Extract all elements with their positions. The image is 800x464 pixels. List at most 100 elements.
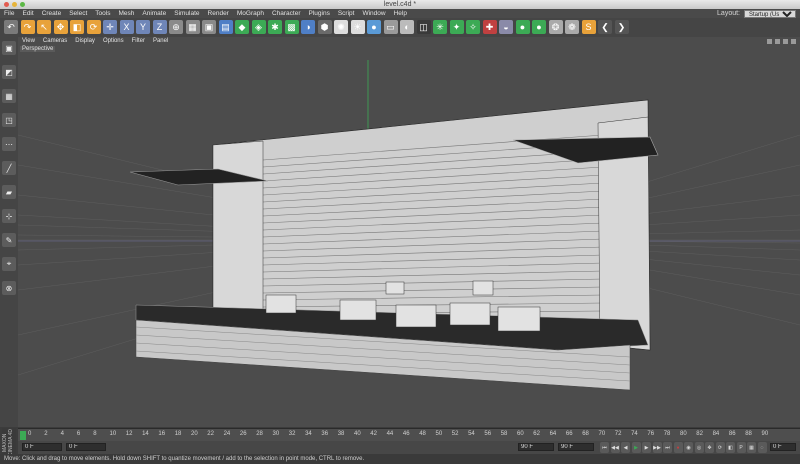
floor-icon[interactable]: ▭ <box>383 20 398 34</box>
y-axis-icon[interactable]: Y <box>136 20 150 34</box>
cube-icon[interactable]: ◆ <box>235 20 249 34</box>
viewport-menu-display[interactable]: Display <box>71 38 99 44</box>
display-icon[interactable]: ◐ <box>400 20 414 34</box>
light-icon[interactable]: ✺ <box>334 20 348 34</box>
maximize-view-icon[interactable] <box>791 38 796 44</box>
scale-key-icon[interactable]: ◧ <box>726 442 735 453</box>
preview-end-field[interactable] <box>518 443 554 451</box>
next-arrow-icon[interactable]: ❯ <box>614 20 629 34</box>
render-view-icon[interactable]: ▣ <box>202 20 216 34</box>
camera-icon[interactable]: ☀ <box>350 20 365 34</box>
next-key-icon[interactable]: ▶▶ <box>652 442 662 453</box>
position-key-icon[interactable]: ✥ <box>705 442 714 453</box>
viewport-menu-filter[interactable]: Filter <box>128 38 149 44</box>
coordinate-system-icon[interactable]: ⊕ <box>169 20 183 34</box>
layout-select[interactable]: Startup (User) <box>744 9 796 18</box>
record-icon[interactable]: ● <box>673 442 683 453</box>
last-frame-icon[interactable]: ⏭ <box>663 442 672 453</box>
magnet-icon[interactable]: ⊗ <box>2 281 16 295</box>
end-frame-field[interactable] <box>558 443 594 451</box>
prev-arrow-icon[interactable]: ❮ <box>598 20 612 34</box>
recent-tool-icon[interactable]: ✛ <box>103 20 117 34</box>
menu-edit[interactable]: Edit <box>18 9 37 18</box>
move-icon[interactable]: ✥ <box>53 20 68 34</box>
snap-icon[interactable]: ⌖ <box>2 257 16 271</box>
orbit-icon[interactable] <box>783 38 788 44</box>
nurbs-icon[interactable]: ⬢ <box>317 20 332 34</box>
rotate-icon[interactable]: ⟳ <box>86 20 101 34</box>
play-icon[interactable]: ▶ <box>631 442 641 453</box>
menu-character[interactable]: Character <box>268 9 305 18</box>
start-frame-field[interactable] <box>22 443 62 451</box>
z-axis-icon[interactable]: Z <box>152 20 167 34</box>
script-s-icon[interactable]: S <box>581 20 596 34</box>
next-frame-icon[interactable]: ▶ <box>642 442 651 453</box>
3d-viewport[interactable] <box>18 45 800 427</box>
mograph-icon[interactable]: ✳ <box>433 20 447 34</box>
scale-icon[interactable]: ◧ <box>70 20 84 34</box>
keyframe-selection-icon[interactable]: ◎ <box>694 442 704 453</box>
render-region-icon[interactable]: ▦ <box>185 20 200 34</box>
points-mode-icon[interactable]: ⋯ <box>2 137 16 151</box>
param-key-icon[interactable]: P <box>736 442 746 453</box>
menu-select[interactable]: Select <box>65 9 91 18</box>
menu-animate[interactable]: Animate <box>138 9 170 18</box>
tracer-icon[interactable]: ✧ <box>466 20 480 34</box>
sky-icon[interactable]: ● <box>367 20 381 34</box>
current-frame-field[interactable] <box>770 443 796 451</box>
redo-icon[interactable]: ↷ <box>20 20 35 34</box>
menu-tools[interactable]: Tools <box>91 9 114 18</box>
texture-icon[interactable]: ◫ <box>416 20 431 34</box>
live-select-icon[interactable]: ↖ <box>37 20 51 34</box>
pla-key-icon[interactable]: ▦ <box>747 442 756 453</box>
cloner-icon[interactable]: ✦ <box>449 20 464 34</box>
menu-render[interactable]: Render <box>204 9 233 18</box>
zoom-icon[interactable] <box>775 38 780 44</box>
menu-create[interactable]: Create <box>38 9 66 18</box>
deformer-icon[interactable]: ◒ <box>499 20 513 34</box>
autokey-icon[interactable]: ◉ <box>684 442 693 453</box>
motion-icon[interactable]: ◌ <box>757 442 767 453</box>
menu-help[interactable]: Help <box>390 9 411 18</box>
prev-key-icon[interactable]: ◀◀ <box>610 442 620 453</box>
minimize-window-icon[interactable] <box>12 2 17 7</box>
sphere-icon[interactable]: ● <box>515 20 530 34</box>
preview-start-field[interactable] <box>66 443 106 451</box>
hair-icon[interactable]: ❂ <box>548 20 563 34</box>
menu-mesh[interactable]: Mesh <box>114 9 138 18</box>
playhead[interactable] <box>20 431 26 440</box>
viewport-menu-view[interactable]: View <box>18 38 39 44</box>
polygons-mode-icon[interactable]: ▰ <box>2 185 16 199</box>
x-axis-icon[interactable]: X <box>119 20 134 34</box>
prev-frame-icon[interactable]: ◀ <box>621 442 630 453</box>
menu-mograph[interactable]: MoGraph <box>233 9 268 18</box>
effector-icon[interactable]: ✚ <box>482 20 497 34</box>
bend-icon[interactable]: ◈ <box>251 20 266 34</box>
object-mode-icon[interactable]: ▣ <box>2 41 16 55</box>
axis-mode-icon[interactable]: ⊹ <box>2 209 16 223</box>
undo-icon[interactable]: ↶ <box>4 20 18 34</box>
menu-file[interactable]: File <box>0 9 18 18</box>
pan-icon[interactable] <box>767 38 772 44</box>
viewport-menu-cameras[interactable]: Cameras <box>39 38 71 44</box>
render-settings-icon[interactable]: ▤ <box>218 20 233 34</box>
subdivision-icon[interactable]: ✱ <box>268 20 282 34</box>
model-mode-icon[interactable]: ◩ <box>2 65 16 79</box>
cylinder-icon[interactable]: ● <box>532 20 546 34</box>
menu-plugins[interactable]: Plugins <box>305 9 334 18</box>
menu-simulate[interactable]: Simulate <box>170 9 203 18</box>
rotation-key-icon[interactable]: ⟳ <box>715 442 725 453</box>
spline-icon[interactable]: ◑ <box>301 20 315 34</box>
tweak-icon[interactable]: ✎ <box>2 233 16 247</box>
zoom-window-icon[interactable] <box>20 2 25 7</box>
workplane-icon[interactable]: ◳ <box>2 113 16 127</box>
menu-window[interactable]: Window <box>358 9 389 18</box>
viewport-menu-options[interactable]: Options <box>99 38 128 44</box>
viewport-menu-panel[interactable]: Panel <box>149 38 172 44</box>
timeline-ruler[interactable]: 0 2 4 6 8 10 12 14 16 18 20 22 24 26 28 30 32 34 36 38 40 42 4… <box>18 428 800 442</box>
edges-mode-icon[interactable]: ╱ <box>2 161 16 175</box>
close-window-icon[interactable] <box>4 2 9 7</box>
first-frame-icon[interactable]: ⏮ <box>600 442 609 453</box>
menu-script[interactable]: Script <box>334 9 359 18</box>
sculpt-icon[interactable]: ❁ <box>565 20 579 34</box>
